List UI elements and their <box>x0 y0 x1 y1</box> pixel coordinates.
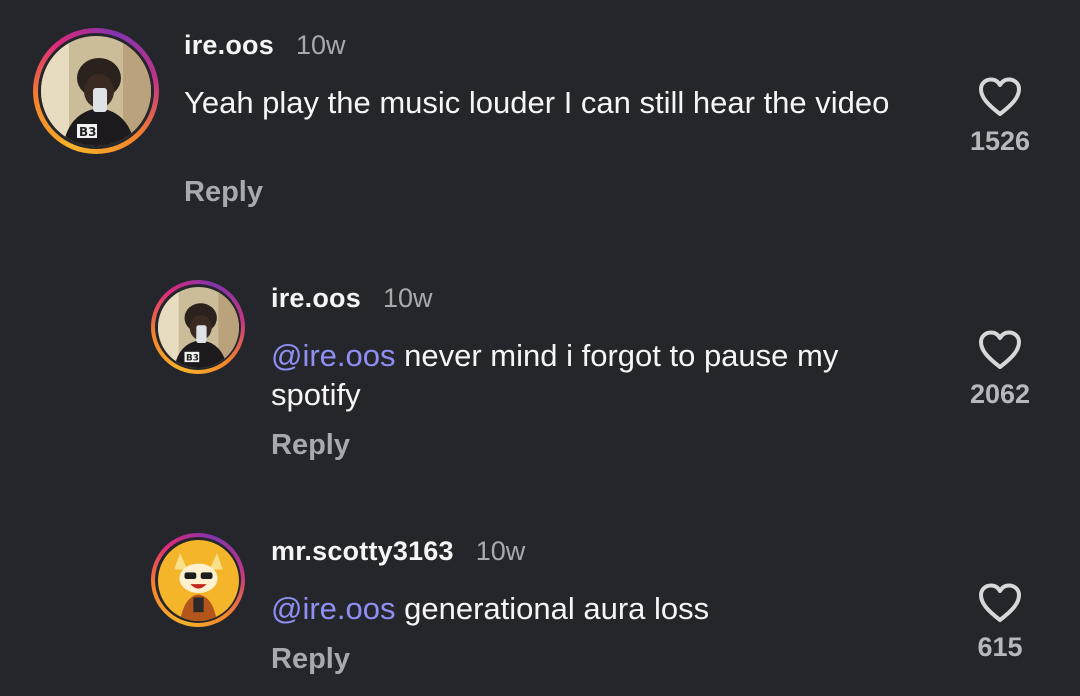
comment-username[interactable]: ire.oos <box>271 283 361 314</box>
comment-text: @ire.oos never mind i forgot to pause my… <box>271 336 911 414</box>
reply-button[interactable]: Reply <box>271 429 350 462</box>
reply-button[interactable]: Reply <box>271 643 350 676</box>
avatar[interactable] <box>151 533 245 627</box>
like-button[interactable]: 1526 <box>955 76 1045 157</box>
heart-outline-icon <box>979 583 1021 622</box>
comment-item: mr.scotty3163 10w @ire.oos generational … <box>0 505 1080 696</box>
comment-username[interactable]: mr.scotty3163 <box>271 536 454 567</box>
person-photo-icon: B3 <box>41 36 151 146</box>
like-count: 2062 <box>969 379 1031 409</box>
like-button[interactable]: 2062 <box>955 329 1045 410</box>
comment-timestamp: 10w <box>295 30 346 60</box>
comment-body: Yeah play the music louder I can still h… <box>184 85 890 120</box>
comment-mention[interactable]: @ire.oos <box>271 591 396 626</box>
reply-button[interactable]: Reply <box>184 176 263 209</box>
comment-text: Yeah play the music louder I can still h… <box>184 83 944 122</box>
comment-timestamp: 10w <box>475 536 526 566</box>
heart-outline-icon <box>979 330 1021 369</box>
comment-timestamp: 10w <box>382 283 433 313</box>
svg-text:B3: B3 <box>79 125 97 139</box>
like-count: 615 <box>977 632 1023 662</box>
comment-body: generational aura loss <box>395 591 710 626</box>
svg-text:B3: B3 <box>185 353 198 363</box>
like-count: 1526 <box>969 126 1031 156</box>
comment-item: B3 ire.oos 10w @ire.oos never mind i for… <box>0 250 1080 480</box>
avatar[interactable]: B3 <box>151 280 245 374</box>
comment-mention[interactable]: @ire.oos <box>271 338 396 373</box>
like-button[interactable]: 615 <box>955 582 1045 663</box>
cartoon-character-icon <box>157 539 239 621</box>
avatar[interactable]: B3 <box>33 28 159 154</box>
comment-username[interactable]: ire.oos <box>184 30 274 61</box>
comment-text: @ire.oos generational aura loss <box>271 589 911 628</box>
comment-item: B3 ire.oos 10w Yeah play the music loude… <box>0 0 1080 240</box>
heart-outline-icon <box>979 77 1021 116</box>
person-photo-icon: B3 <box>157 286 239 368</box>
comments-page: B3 ire.oos 10w Yeah play the music loude… <box>0 0 1080 696</box>
